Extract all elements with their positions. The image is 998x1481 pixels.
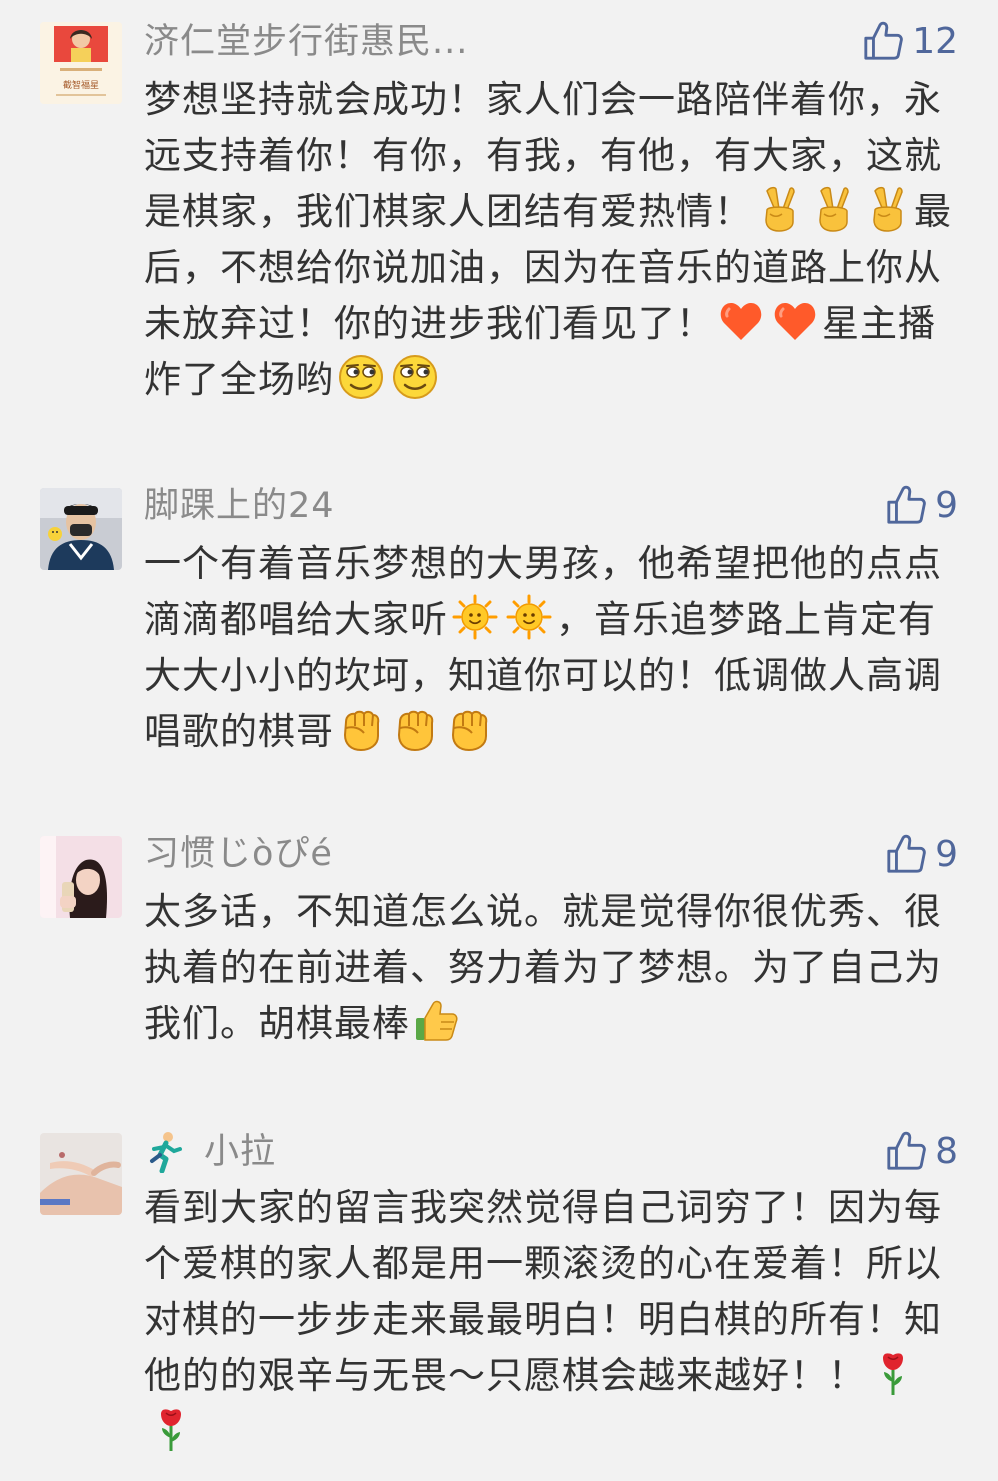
comment-text: 太多话，不知道怎么说。就是觉得你很优秀、很执着的在前进着、努力着为了梦想。为了自…	[144, 884, 954, 1052]
avatar[interactable]	[40, 1133, 122, 1215]
comment-item: 截智福星 济仁堂步行街惠民... 12 梦想坚持就会成功！家人们会一路陪伴着你，…	[0, 0, 998, 460]
sun-emoji	[452, 594, 498, 640]
comment-text-part: 看到大家的留言我突然觉得自己词穷了！因为每个爱棋的家人都是用一颗滚烫的心在爱着！…	[144, 1186, 942, 1397]
thumbs-up-icon	[885, 484, 927, 526]
avatar[interactable]: 截智福星	[40, 22, 122, 104]
smirk-face-emoji	[338, 354, 384, 400]
runner-emoji	[150, 1132, 182, 1173]
heart-emoji	[772, 298, 818, 344]
like-button[interactable]: 8	[885, 1129, 958, 1173]
victory-hand-emoji	[810, 186, 856, 232]
rose-emoji	[148, 1406, 194, 1452]
like-count: 9	[935, 484, 958, 526]
author-name[interactable]: 济仁堂步行街惠民...	[144, 22, 468, 62]
author-name[interactable]: 脚踝上的24	[144, 486, 335, 526]
rose-emoji	[870, 1350, 916, 1396]
thumbs-up-emoji	[414, 998, 460, 1044]
author-name[interactable]: 习惯じòぴé	[144, 834, 333, 874]
like-count: 8	[935, 1130, 958, 1172]
victory-hand-emoji	[756, 186, 802, 232]
like-button[interactable]: 9	[885, 483, 958, 527]
like-button[interactable]: 9	[885, 832, 958, 876]
like-button[interactable]: 12	[862, 19, 958, 63]
comment-list: 截智福星 济仁堂步行街惠民... 12 梦想坚持就会成功！家人们会一路陪伴着你，…	[0, 0, 998, 1481]
comment-text: 梦想坚持就会成功！家人们会一路陪伴着你，永远支持着你！有你，有我，有他，有大家，…	[144, 72, 954, 408]
thumbs-up-icon	[885, 1130, 927, 1172]
comment-text: 看到大家的留言我突然觉得自己词穷了！因为每个爱棋的家人都是用一颗滚烫的心在爱着！…	[144, 1180, 954, 1460]
comment-item: 习惯じòぴé 9 太多话，不知道怎么说。就是觉得你很优秀、很执着的在前进着、努力…	[0, 810, 998, 1110]
author-name[interactable]: 小拉	[204, 1132, 276, 1172]
smirk-face-emoji	[392, 354, 438, 400]
like-count: 12	[912, 20, 958, 62]
fist-emoji	[338, 706, 384, 752]
comment-item: 脚踝上的24 9 一个有着音乐梦想的大男孩，他希望把他的点点滴滴都唱给大家听 ，音…	[0, 460, 998, 810]
thumbs-up-icon	[885, 833, 927, 875]
avatar[interactable]	[40, 836, 122, 918]
thumbs-up-icon	[862, 20, 904, 62]
fist-emoji	[392, 706, 438, 752]
fist-emoji	[446, 706, 492, 752]
avatar[interactable]	[40, 488, 122, 570]
comment-text: 一个有着音乐梦想的大男孩，他希望把他的点点滴滴都唱给大家听 ，音乐追梦路上肯定有大…	[144, 536, 954, 760]
sun-emoji	[506, 594, 552, 640]
heart-emoji	[718, 298, 764, 344]
like-count: 9	[935, 833, 958, 875]
victory-hand-emoji	[864, 186, 910, 232]
comment-text-part: 太多话，不知道怎么说。就是觉得你很优秀、很执着的在前进着、努力着为了梦想。为了自…	[144, 890, 942, 1045]
comment-item: 小拉 8 看到大家的留言我突然觉得自己词穷了！因为每个爱棋的家人都是用一颗滚烫的…	[0, 1110, 998, 1481]
svg-text:截智福星: 截智福星	[63, 79, 99, 91]
